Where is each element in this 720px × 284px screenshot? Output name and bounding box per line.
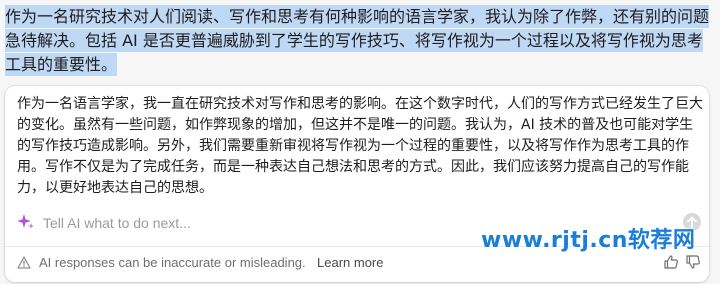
ai-response-text: 作为一名语言学家，我一直在研究技术对写作和思考的影响。在这个数字时代，人们的写作… [17,96,703,196]
sparkle-icon [17,214,34,229]
site-watermark: www.rjtj.cn软荐网 [481,228,696,253]
selected-paragraph[interactable]: 作为一名研究技术对人们阅读、写作和思考有何种影响的语言学家，我认为除了作弊，还有… [5,5,713,77]
thumbs-up-icon[interactable] [663,254,679,270]
thumbs-down-icon[interactable] [685,254,701,270]
warning-icon [17,256,31,269]
learn-more-link[interactable]: Learn more [317,255,383,270]
disclaimer-text: AI responses can be inaccurate or mislea… [39,255,306,270]
panel-footer: AI responses can be inaccurate or mislea… [17,252,701,274]
selected-text[interactable]: 作为一名研究技术对人们阅读、写作和思考有何种影响的语言学家，我认为除了作弊，还有… [5,5,710,76]
